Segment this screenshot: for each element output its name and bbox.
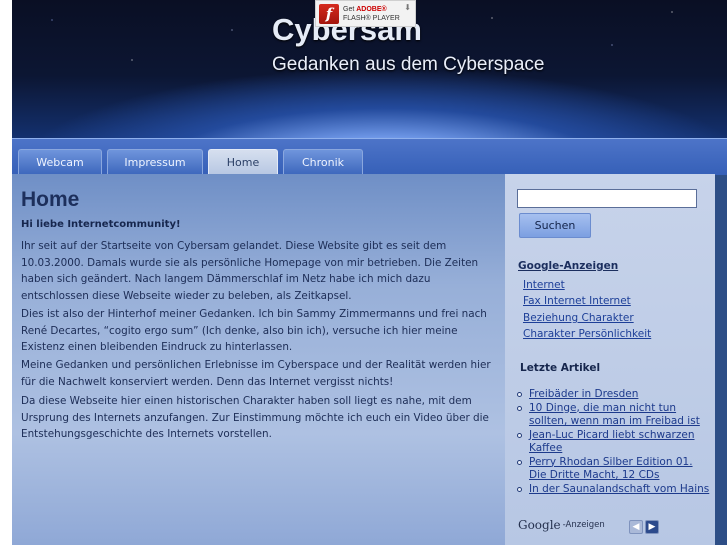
flash-player-badge[interactable]: f Get ADOBE® FLASH® PLAYER ⬇ <box>315 0 416 27</box>
recent-articles-list: Freibäder in Dresden 10 Dinge, die man n… <box>517 388 713 496</box>
bullet-icon <box>517 486 522 492</box>
intro-paragraph: Ihr seit auf der Startseite von Cybersam… <box>21 240 479 302</box>
flash-get-label: Get <box>343 5 357 13</box>
recent-articles-heading: Letzte Artikel <box>520 362 601 374</box>
chevron-right-icon[interactable]: ▶ <box>645 520 659 534</box>
google-ads-footer[interactable]: Google -Anzeigen <box>518 518 605 532</box>
article-link[interactable]: Freibäder in Dresden <box>529 388 638 400</box>
site-header: Cybersam Gedanken aus dem Cyberspace f G… <box>12 0 727 138</box>
search-input[interactable] <box>517 189 697 208</box>
list-item: 10 Dinge, die man nicht tun sollten, wen… <box>517 402 713 429</box>
thoughts-paragraph: Meine Gedanken und persönlichen Erlebnis… <box>21 359 491 388</box>
flash-adobe-label: ADOBE® <box>356 5 387 13</box>
site-subtitle: Gedanken aus dem Cyberspace <box>272 54 545 75</box>
ad-link[interactable]: Charakter Persönlichkeit <box>523 328 651 340</box>
tab-webcam[interactable]: Webcam <box>18 149 102 174</box>
tab-impressum[interactable]: Impressum <box>107 149 203 174</box>
page-title: Home <box>21 188 80 211</box>
page-left-margin <box>0 0 12 545</box>
article-link[interactable]: 10 Dinge, die man nicht tun sollten, wen… <box>529 402 700 428</box>
chevron-left-icon[interactable]: ◀ <box>629 520 643 534</box>
main-navigation: Webcam Impressum Home Chronik <box>12 138 727 175</box>
about-paragraph: Dies ist also der Hinterhof meiner Gedan… <box>21 308 487 353</box>
bullet-icon <box>517 405 522 411</box>
article-link[interactable]: Jean-Luc Picard liebt schwarzen Kaffee <box>529 429 695 455</box>
sidebar: Suchen Google-Anzeigen Internet Fax Inte… <box>505 174 715 545</box>
search-button[interactable]: Suchen <box>519 213 591 238</box>
list-item: Perry Rhodan Silber Edition 01. Die Drit… <box>517 456 713 483</box>
tab-chronik[interactable]: Chronik <box>283 149 363 174</box>
ad-pager: ◀ ▶ <box>629 520 659 534</box>
flash-player-label: FLASH® PLAYER <box>343 14 400 22</box>
article-link[interactable]: Perry Rhodan Silber Edition 01. Die Drit… <box>529 456 693 482</box>
flash-icon: f <box>319 3 339 24</box>
ad-link[interactable]: Beziehung Charakter <box>523 312 634 324</box>
google-ads-heading[interactable]: Google-Anzeigen <box>518 260 618 272</box>
list-item: Freibäder in Dresden <box>517 388 713 402</box>
history-paragraph: Da diese Webseite hier einen historische… <box>21 395 489 440</box>
ad-link[interactable]: Internet <box>523 279 565 291</box>
list-item: Jean-Luc Picard liebt schwarzen Kaffee <box>517 429 713 456</box>
bullet-icon <box>517 392 522 397</box>
greeting: Hi liebe Internetcommunity! <box>21 219 181 230</box>
ad-link[interactable]: Fax Internet Internet <box>523 295 631 307</box>
bullet-icon <box>517 459 522 465</box>
tab-home[interactable]: Home <box>208 149 278 174</box>
flash-badge-text: Get ADOBE® FLASH® PLAYER <box>343 5 400 23</box>
bullet-icon <box>517 432 522 438</box>
google-ads-label: -Anzeigen <box>562 520 605 530</box>
list-item: In der Saunalandschaft vom Hains <box>517 483 713 497</box>
article-link[interactable]: In der Saunalandschaft vom Hains <box>529 483 709 495</box>
download-arrow-icon: ⬇ <box>404 3 411 12</box>
main-content: Home Hi liebe Internetcommunity! Ihr sei… <box>12 174 505 545</box>
google-logo: Google <box>518 518 561 532</box>
